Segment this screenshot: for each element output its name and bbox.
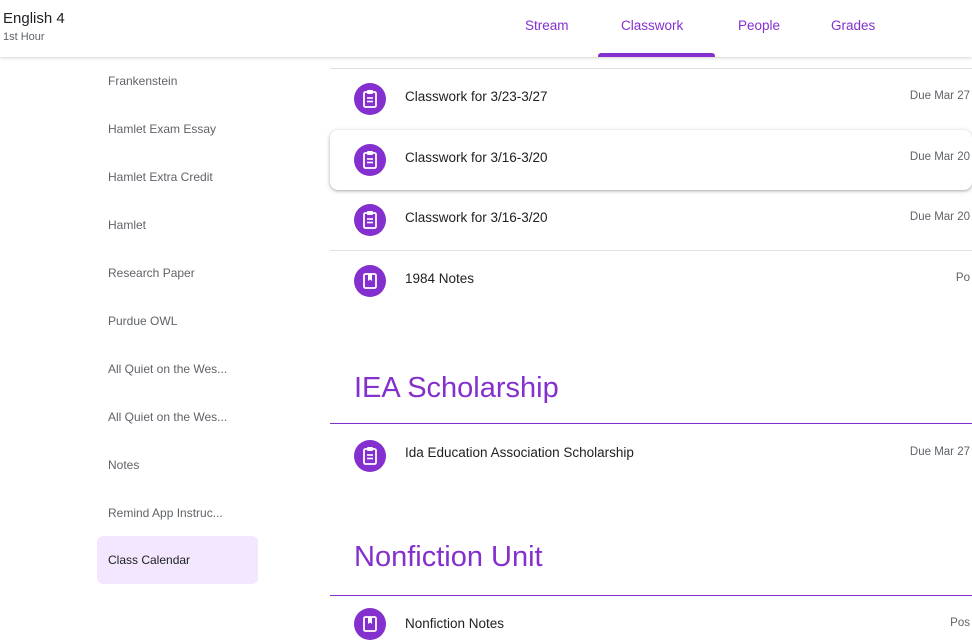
sidebar-item-hamlet[interactable]: Hamlet: [97, 215, 258, 263]
sidebar-item-label: All Quiet on the Wes...: [108, 362, 228, 376]
posted-date: Pos: [950, 617, 970, 629]
due-date: Due Mar 20: [909, 211, 970, 223]
sidebar-item-label: Hamlet Extra Credit: [108, 170, 213, 184]
sidebar-item-research-paper[interactable]: Research Paper: [97, 263, 258, 311]
item-title: Classwork for 3/16-3/20: [405, 210, 548, 225]
tab-classwork[interactable]: Classwork: [621, 18, 683, 33]
classwork-item[interactable]: Classwork for 3/23-3/27 Due Mar 27: [330, 69, 972, 129]
item-title: Classwork for 3/23-3/27: [405, 89, 548, 104]
classwork-item[interactable]: 1984 Notes Po: [330, 250, 972, 311]
active-tab-indicator: [598, 53, 715, 57]
item-title: Classwork for 3/16-3/20: [405, 150, 548, 165]
tab-people[interactable]: People: [738, 18, 780, 33]
sidebar-item-label: All Quiet on the Wes...: [108, 410, 228, 424]
sidebar-item-label: Purdue OWL: [108, 314, 178, 328]
classwork-item[interactable]: Classwork for 3/16-3/20 Due Mar 20: [330, 190, 972, 250]
item-title: Nonfiction Notes: [405, 616, 505, 631]
sidebar-item-label: Hamlet: [108, 218, 147, 232]
sidebar-item-notes[interactable]: Notes: [97, 455, 258, 503]
item-title: Ida Education Association Scholarship: [405, 445, 634, 460]
sidebar-item-all-quiet-2[interactable]: All Quiet on the Wes...: [97, 407, 258, 455]
sidebar-item-purdue-owl[interactable]: Purdue OWL: [97, 311, 258, 359]
assignment-icon: [354, 144, 386, 176]
tab-stream[interactable]: Stream: [525, 18, 569, 33]
due-date: Due Mar 27: [909, 90, 970, 102]
class-name[interactable]: English 4: [3, 10, 65, 27]
sidebar-item-label: Notes: [108, 458, 140, 472]
assignment-icon: [354, 440, 386, 472]
class-period: 1st Hour: [3, 31, 45, 43]
sidebar-item-label: Remind App Instruc...: [108, 506, 223, 520]
sidebar-item-label: Research Paper: [108, 266, 195, 280]
tab-grades[interactable]: Grades: [831, 18, 875, 33]
posted-date: Po: [955, 272, 970, 284]
assignment-icon: [354, 204, 386, 236]
topic-heading: IEA Scholarship: [354, 372, 559, 404]
due-date: Due Mar 20: [909, 151, 970, 163]
material-icon: [354, 265, 386, 297]
sidebar-item-hamlet-exam-essay[interactable]: Hamlet Exam Essay: [97, 119, 258, 167]
material-icon: [354, 608, 386, 640]
top-app-bar: English 4 1st Hour Stream Classwork Peop…: [0, 0, 972, 57]
item-title: 1984 Notes: [405, 271, 475, 286]
topic-heading: Nonfiction Unit: [354, 541, 543, 573]
classwork-item[interactable]: Nonfiction Notes Pos: [330, 596, 972, 640]
sidebar-item-all-quiet-1[interactable]: All Quiet on the Wes...: [97, 359, 258, 407]
sidebar-item-label: Frankenstein: [108, 74, 178, 88]
assignment-icon: [354, 83, 386, 115]
due-date: Due Mar 27: [909, 446, 970, 458]
classwork-item[interactable]: Ida Education Association Scholarship Du…: [330, 424, 972, 484]
sidebar-item-label: Hamlet Exam Essay: [108, 122, 217, 136]
sidebar-item-label: Class Calendar: [108, 553, 191, 567]
sidebar-item-frankenstein[interactable]: Frankenstein: [97, 71, 258, 119]
classwork-item[interactable]: Classwork for 3/16-3/20 Due Mar 20: [330, 130, 972, 190]
sidebar-item-class-calendar[interactable]: Class Calendar: [97, 536, 258, 584]
sidebar-item-hamlet-extra-credit[interactable]: Hamlet Extra Credit: [97, 167, 258, 215]
